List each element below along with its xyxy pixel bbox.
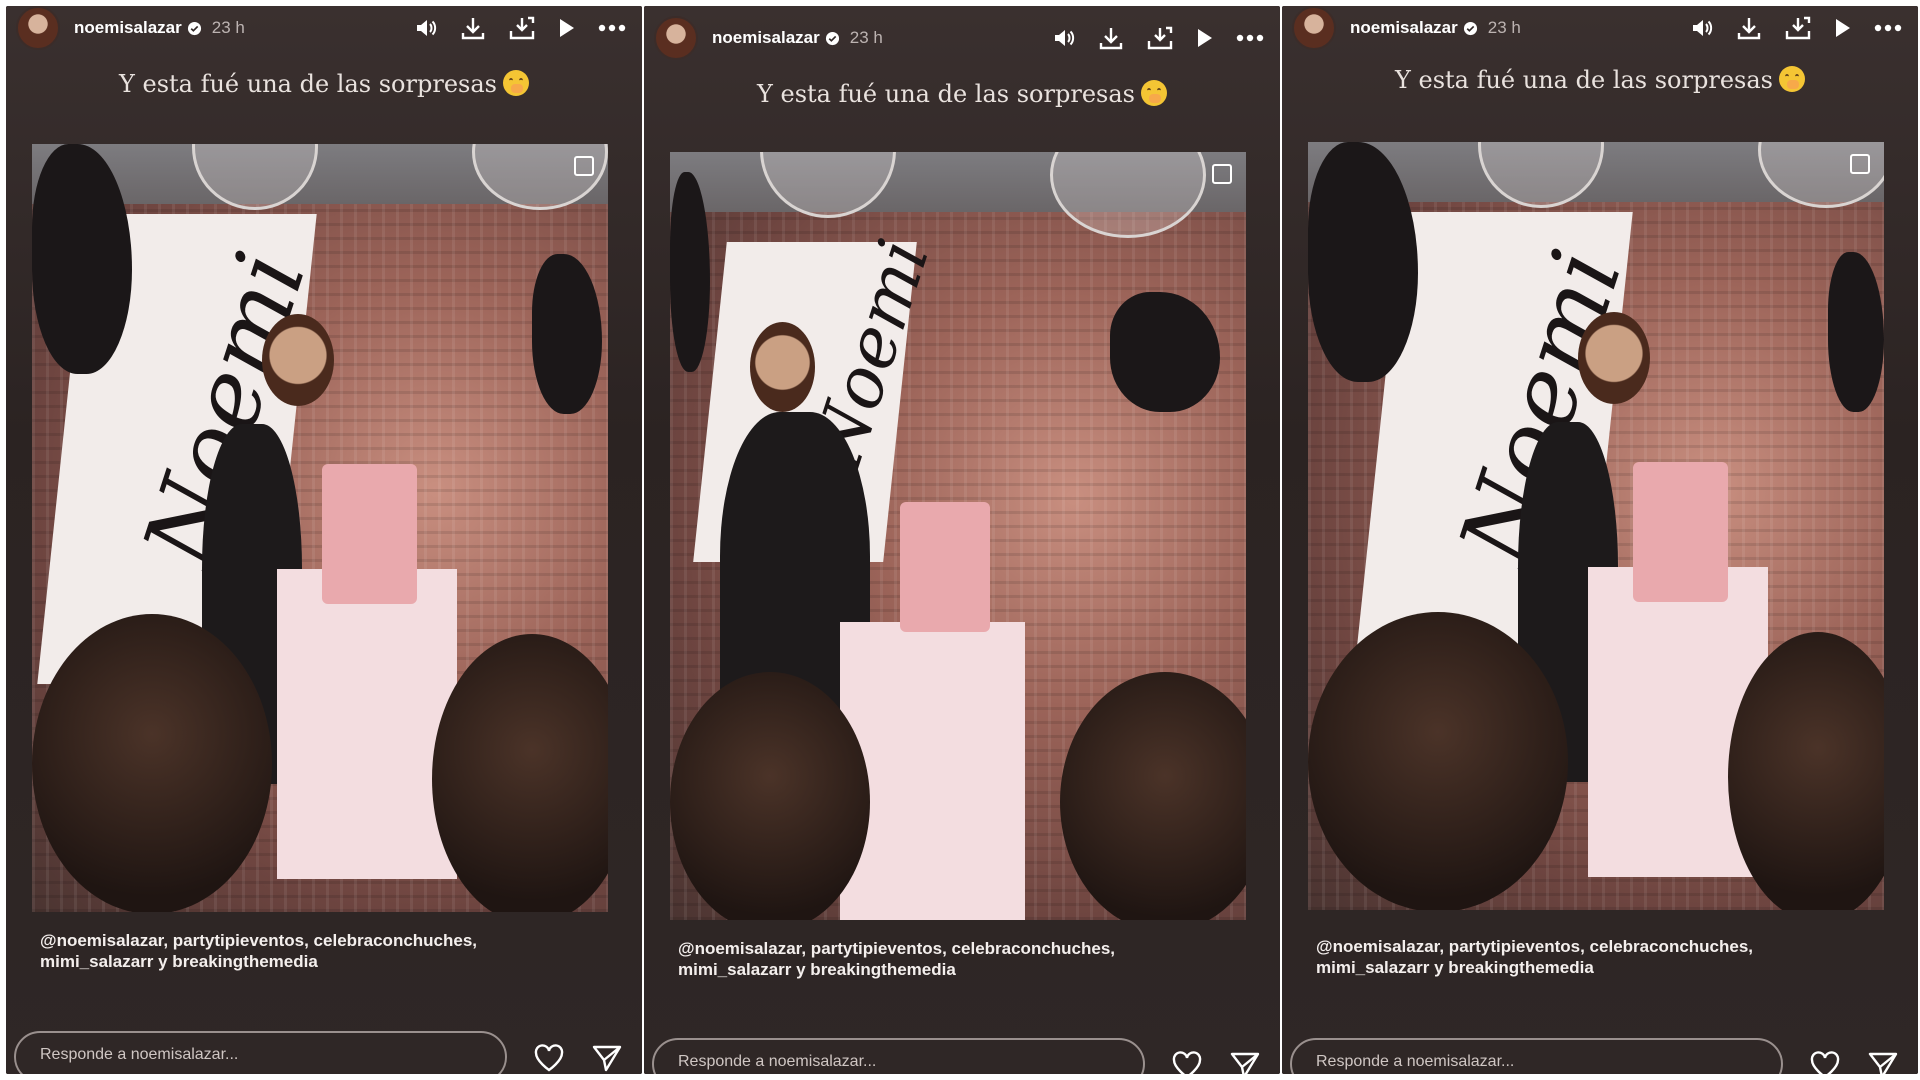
download-icon[interactable] <box>460 15 486 41</box>
face-with-hand-over-mouth-icon <box>1140 80 1167 106</box>
play-icon[interactable] <box>1196 27 1214 49</box>
reply-box[interactable] <box>652 1038 1145 1074</box>
reply-input[interactable] <box>38 1045 482 1065</box>
mentions-line-2[interactable]: mimi_salazarr y breakingthemedia <box>40 951 622 972</box>
play-icon[interactable] <box>1834 17 1852 39</box>
more-dots-icon[interactable] <box>1236 34 1264 42</box>
story-panel-2: noemisalazar 23 h Y esta fué una de las … <box>644 6 1280 1074</box>
verified-badge-icon <box>1463 21 1477 35</box>
heart-icon[interactable] <box>1172 1051 1202 1074</box>
story-header: noemisalazar 23 h <box>6 6 642 50</box>
story-caption: Y esta fué una de las sorpresas <box>1282 66 1918 94</box>
avatar[interactable] <box>16 6 60 50</box>
mentions-line-1[interactable]: @noemisalazar, partytipieventos, celebra… <box>1316 936 1898 957</box>
mentions[interactable]: @noemisalazar, partytipieventos, celebra… <box>40 930 622 972</box>
post-time: 23 h <box>211 18 245 37</box>
mentions-line-2[interactable]: mimi_salazarr y breakingthemedia <box>678 959 1260 980</box>
send-icon[interactable] <box>592 1044 622 1072</box>
mentions-line-1[interactable]: @noemisalazar, partytipieventos, celebra… <box>40 930 622 951</box>
post-time: 23 h <box>849 28 883 47</box>
more-dots-icon[interactable] <box>1874 24 1902 32</box>
more-dots-icon[interactable] <box>598 24 626 32</box>
reply-box[interactable] <box>14 1031 507 1074</box>
face-with-hand-over-mouth-icon <box>502 70 529 96</box>
speaker-icon[interactable] <box>1690 17 1714 39</box>
multiple-media-icon <box>574 156 594 176</box>
download-stack-icon[interactable] <box>1784 15 1812 41</box>
story-header: noemisalazar 23 h <box>644 16 1280 60</box>
mentions-line-1[interactable]: @noemisalazar, partytipieventos, celebra… <box>678 938 1260 959</box>
avatar[interactable] <box>654 16 698 60</box>
story-caption: Y esta fué una de las sorpresas <box>6 70 642 98</box>
send-icon[interactable] <box>1868 1051 1898 1074</box>
verified-badge-icon <box>825 31 839 45</box>
story-photo: Noemi <box>670 152 1246 920</box>
multiple-media-icon <box>1212 164 1232 184</box>
speaker-icon[interactable] <box>1052 27 1076 49</box>
multiple-media-icon <box>1850 154 1870 174</box>
story-panel-3: noemisalazar 23 h Y esta fué una de las … <box>1282 6 1918 1074</box>
caption-text: Y esta fué una de las sorpresas <box>119 70 497 98</box>
post-time: 23 h <box>1487 18 1521 37</box>
story-header: noemisalazar 23 h <box>1282 6 1918 50</box>
download-stack-icon[interactable] <box>1146 25 1174 51</box>
caption-text: Y esta fué una de las sorpresas <box>1395 66 1773 94</box>
story-caption: Y esta fué una de las sorpresas <box>644 80 1280 108</box>
verified-badge-icon <box>187 21 201 35</box>
send-icon[interactable] <box>1230 1051 1260 1074</box>
reply-box[interactable] <box>1290 1038 1783 1074</box>
mentions-line-2[interactable]: mimi_salazarr y breakingthemedia <box>1316 957 1898 978</box>
mentions[interactable]: @noemisalazar, partytipieventos, celebra… <box>678 938 1260 980</box>
mentions[interactable]: @noemisalazar, partytipieventos, celebra… <box>1316 936 1898 978</box>
face-with-hand-over-mouth-icon <box>1778 66 1805 92</box>
heart-icon[interactable] <box>1810 1051 1840 1074</box>
reply-input[interactable] <box>676 1052 1120 1072</box>
play-icon[interactable] <box>558 17 576 39</box>
story-panel-1: noemisalazar 23 h Y esta fué una de las … <box>6 6 642 1074</box>
reply-input[interactable] <box>1314 1052 1758 1072</box>
download-icon[interactable] <box>1736 15 1762 41</box>
caption-text: Y esta fué una de las sorpresas <box>757 80 1135 108</box>
download-stack-icon[interactable] <box>508 15 536 41</box>
story-photo: Noemi <box>1308 142 1884 910</box>
username[interactable]: noemisalazar <box>74 18 182 38</box>
speaker-icon[interactable] <box>414 17 438 39</box>
download-icon[interactable] <box>1098 25 1124 51</box>
avatar[interactable] <box>1292 6 1336 50</box>
story-photo: Noemi <box>32 144 608 912</box>
username[interactable]: noemisalazar <box>712 28 820 48</box>
heart-icon[interactable] <box>534 1044 564 1072</box>
username[interactable]: noemisalazar <box>1350 18 1458 38</box>
